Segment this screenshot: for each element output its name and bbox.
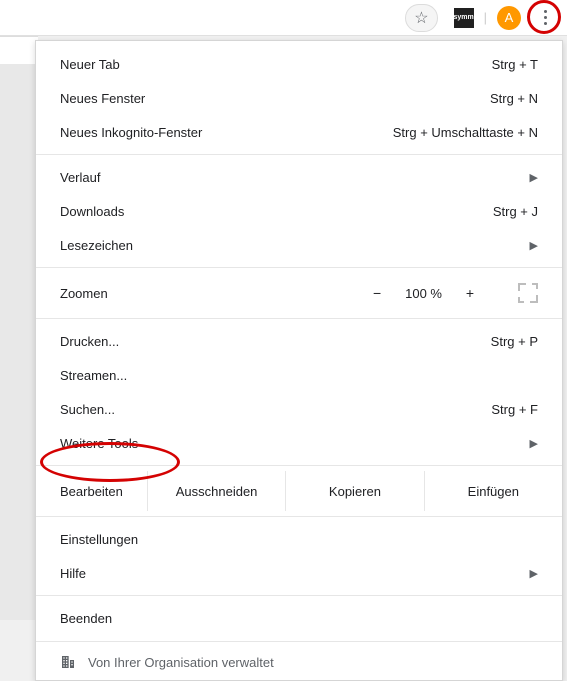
- avatar[interactable]: A: [497, 6, 521, 30]
- menu-item-find[interactable]: Suchen... Strg + F: [36, 392, 562, 426]
- menu-separator: [36, 465, 562, 466]
- menu-label: Beenden: [60, 611, 112, 626]
- extension-badge[interactable]: symm: [454, 8, 474, 28]
- menu-label: Neuer Tab: [60, 57, 120, 72]
- menu-separator: [36, 318, 562, 319]
- menu-shortcut: Strg + P: [491, 334, 538, 349]
- toolbar-separator: |: [484, 10, 487, 25]
- menu-shortcut: Strg + F: [491, 402, 538, 417]
- menu-shortcut: Strg + J: [493, 204, 538, 219]
- menu-item-new-window[interactable]: Neues Fenster Strg + N: [36, 81, 562, 115]
- menu-item-zoom: Zoomen − 100 % +: [36, 273, 562, 313]
- menu-separator: [36, 595, 562, 596]
- menu-separator: [36, 516, 562, 517]
- page-background: [0, 64, 38, 620]
- menu-separator: [36, 154, 562, 155]
- menu-label: Suchen...: [60, 402, 115, 417]
- menu-label: Weitere Tools: [60, 436, 138, 451]
- menu-item-managed[interactable]: Von Ihrer Organisation verwaltet: [36, 641, 562, 674]
- menu-label: Downloads: [60, 204, 124, 219]
- menu-item-print[interactable]: Drucken... Strg + P: [36, 324, 562, 358]
- menu-separator: [36, 267, 562, 268]
- menu-shortcut: Strg + Umschalttaste + N: [393, 125, 538, 140]
- menu-item-edit: Bearbeiten Ausschneiden Kopieren Einfüge…: [36, 471, 562, 511]
- zoom-in-button[interactable]: +: [460, 285, 480, 301]
- menu-item-new-tab[interactable]: Neuer Tab Strg + T: [36, 47, 562, 81]
- menu-label: Neues Fenster: [60, 91, 145, 106]
- edit-copy-button[interactable]: Kopieren: [285, 471, 423, 511]
- bookmark-star-button[interactable]: ☆: [405, 4, 437, 32]
- menu-label: Lesezeichen: [60, 238, 133, 253]
- menu-shortcut: Strg + N: [490, 91, 538, 106]
- zoom-level: 100 %: [405, 286, 442, 301]
- menu-label: Drucken...: [60, 334, 119, 349]
- menu-button[interactable]: [531, 4, 559, 32]
- kebab-icon: [544, 10, 547, 25]
- building-icon: [60, 654, 76, 670]
- menu-item-more-tools[interactable]: Weitere Tools ▶: [36, 426, 562, 460]
- menu-shortcut: Strg + T: [492, 57, 538, 72]
- chevron-right-icon: ▶: [530, 171, 538, 184]
- menu-label: Hilfe: [60, 566, 86, 581]
- fullscreen-button[interactable]: [518, 283, 538, 303]
- edit-cut-button[interactable]: Ausschneiden: [147, 471, 285, 511]
- star-icon: ☆: [414, 8, 428, 28]
- menu-item-bookmarks[interactable]: Lesezeichen ▶: [36, 228, 562, 262]
- menu-item-new-incognito[interactable]: Neues Inkognito-Fenster Strg + Umschaltt…: [36, 115, 562, 149]
- chevron-right-icon: ▶: [530, 567, 538, 580]
- menu-item-downloads[interactable]: Downloads Strg + J: [36, 194, 562, 228]
- menu-label: Zoomen: [60, 286, 367, 301]
- menu-label: Neues Inkognito-Fenster: [60, 125, 202, 140]
- browser-toolbar: ☆ symm | A: [0, 0, 567, 36]
- zoom-out-button[interactable]: −: [367, 285, 387, 301]
- menu-item-history[interactable]: Verlauf ▶: [36, 160, 562, 194]
- menu-label: Streamen...: [60, 368, 127, 383]
- main-menu: Neuer Tab Strg + T Neues Fenster Strg + …: [35, 40, 563, 681]
- menu-label: Bearbeiten: [36, 471, 147, 511]
- menu-item-exit[interactable]: Beenden: [36, 601, 562, 635]
- menu-label: Verlauf: [60, 170, 100, 185]
- edit-paste-button[interactable]: Einfügen: [424, 471, 562, 511]
- chevron-right-icon: ▶: [530, 437, 538, 450]
- menu-item-cast[interactable]: Streamen...: [36, 358, 562, 392]
- menu-label: Einstellungen: [60, 532, 138, 547]
- menu-item-help[interactable]: Hilfe ▶: [36, 556, 562, 590]
- menu-item-settings[interactable]: Einstellungen: [36, 522, 562, 556]
- managed-label: Von Ihrer Organisation verwaltet: [88, 655, 274, 670]
- chevron-right-icon: ▶: [530, 239, 538, 252]
